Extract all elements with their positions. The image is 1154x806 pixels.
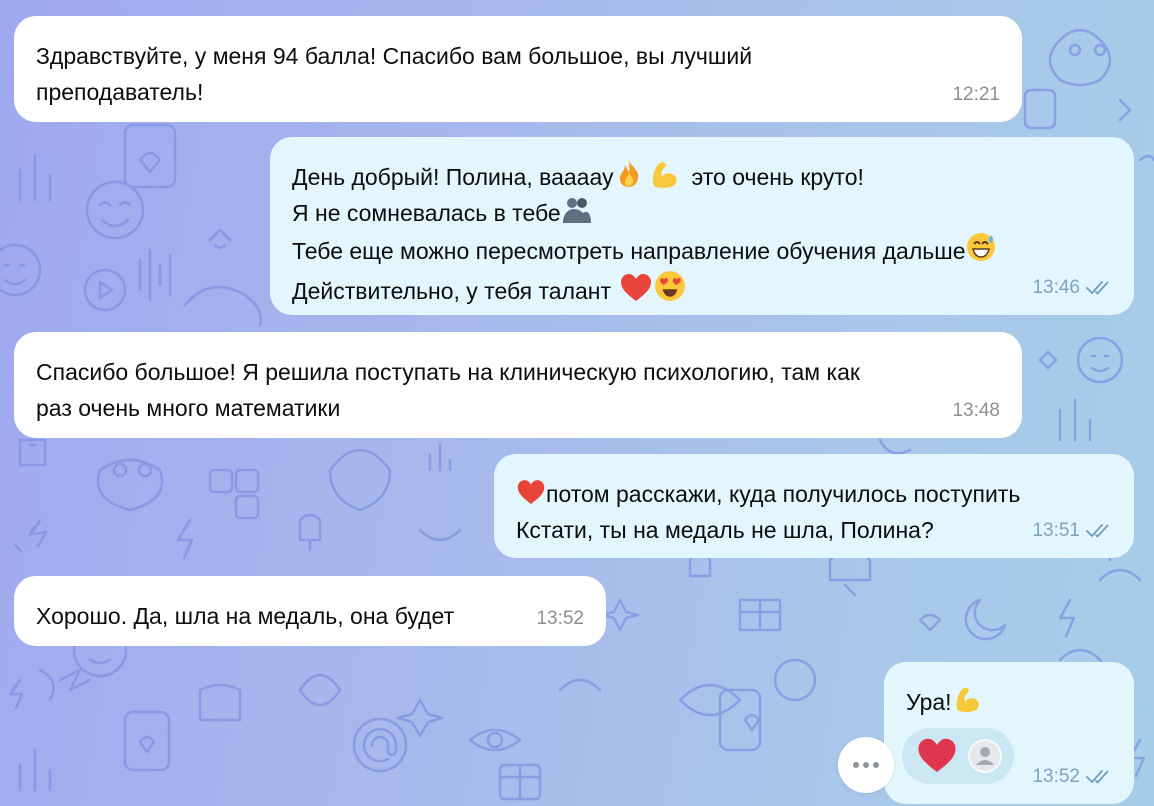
user-avatar-icon[interactable] xyxy=(968,739,1002,773)
double-check-icon xyxy=(1086,281,1109,295)
message-text-line: Действительно, у тебя талант xyxy=(292,269,1112,309)
heart-eyes-emoji xyxy=(655,271,685,301)
message-time: 13:52 xyxy=(1032,759,1112,795)
red-heart-emoji xyxy=(621,274,652,301)
message-time: 12:21 xyxy=(952,84,1000,105)
red-heart-reaction-icon[interactable] xyxy=(916,737,958,775)
message-time: 13:52 xyxy=(536,608,584,629)
message-text-line: раз очень много математики xyxy=(36,395,341,421)
message-bubble-outgoing[interactable]: потом расскажи, куда получилось поступит… xyxy=(494,454,1134,558)
more-dots-icon xyxy=(853,762,879,768)
flexed-biceps-emoji xyxy=(652,162,677,188)
red-heart-emoji xyxy=(517,480,545,504)
message-bubble-incoming[interactable]: Спасибо большое! Я решила поступать на к… xyxy=(14,332,1022,438)
message-text-line: Тебе еще можно пересмотреть направление … xyxy=(292,231,1112,269)
flexed-biceps-emoji xyxy=(956,687,979,713)
message-time: 13:48 xyxy=(952,400,1000,421)
fire-emoji xyxy=(619,161,638,187)
double-check-icon xyxy=(1086,524,1109,538)
message-text-line: Здравствуйте, у меня 94 балла! Спасибо в… xyxy=(36,43,753,69)
message-text-line: Я не сомневалась в тебе xyxy=(292,195,1112,231)
message-text-line: Ура! xyxy=(906,684,1112,720)
double-check-icon xyxy=(1086,770,1109,784)
message-reactions[interactable] xyxy=(902,728,1014,784)
message-text-line: Спасибо большое! Я решила поступать на к… xyxy=(36,359,860,385)
message-text-line: Кстати, ты на медаль не шла, Полина? xyxy=(516,517,934,543)
more-options-button[interactable] xyxy=(838,737,894,793)
message-bubble-outgoing[interactable]: День добрый! Полина, ваааау это очень кру… xyxy=(270,137,1134,315)
grinning-sweat-emoji xyxy=(967,233,996,261)
message-time: 13:46 xyxy=(1032,270,1112,306)
message-bubble-outgoing[interactable]: Ура! 13:52 xyxy=(884,662,1134,804)
message-text-line: Хорошо. Да, шла на медаль, она будет xyxy=(36,603,455,629)
message-text-line: преподаватель! xyxy=(36,79,204,105)
message-bubble-incoming[interactable]: Хорошо. Да, шла на медаль, она будет 13:… xyxy=(14,576,606,646)
message-bubble-incoming[interactable]: Здравствуйте, у меня 94 балла! Спасибо в… xyxy=(14,16,1022,122)
message-text-line: потом расскажи, куда получилось поступит… xyxy=(516,476,1112,512)
message-text-line: День добрый! Полина, ваааау это очень кру… xyxy=(292,159,1112,195)
message-time: 13:51 xyxy=(1032,513,1112,549)
hugging-people-emoji xyxy=(562,198,591,223)
